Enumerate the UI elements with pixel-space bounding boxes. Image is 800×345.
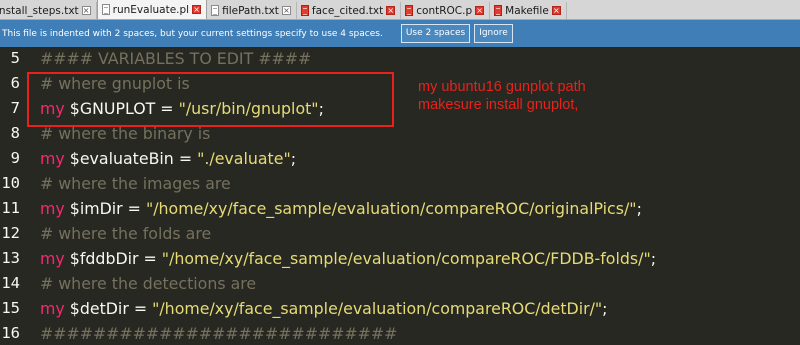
indentation-notice-bar: This file is indented with 2 spaces, but…: [0, 20, 800, 47]
code-line: 11 my $imDir = "/home/xy/face_sample/eval…: [0, 196, 800, 221]
code-line: 15 my $detDir = "/home/xy/face_sample/eva…: [0, 296, 800, 321]
keyword-token: my: [40, 199, 65, 218]
string-token: "/home/xy/face_sample/evaluation/compare…: [161, 249, 651, 268]
line-number: 15: [1, 299, 20, 317]
tab-label: face_cited.txt: [311, 4, 384, 17]
tab-label: install_steps.txt: [0, 4, 79, 17]
line-number: 6: [10, 74, 20, 92]
tab-3[interactable]: face_cited.txt ×: [297, 2, 402, 19]
code-line: 10 # where the images are: [0, 171, 800, 196]
code-token: $evaluateBin =: [64, 149, 198, 168]
highlight-box: [27, 72, 394, 127]
code-editor[interactable]: 16 ########################### 15 my $detDi…: [0, 47, 800, 345]
annotation-line-2: makesure install gnuplot,: [418, 97, 579, 113]
code-token: ;: [290, 149, 297, 168]
code-line: 13 my $fddbDir = "/home/xy/face_sample/ev…: [0, 246, 800, 271]
code-text: # where the folds are: [40, 221, 211, 246]
comment-token: # where the folds are: [40, 224, 212, 243]
code-text: my $evaluateBin = "./evaluate";: [40, 146, 296, 171]
notice-text: This file is indented with 2 spaces, but…: [2, 28, 383, 39]
code-line: 16 ###########################: [0, 321, 800, 345]
close-tab-icon[interactable]: ×: [81, 6, 91, 15]
text-file-icon: [101, 4, 110, 15]
keyword-token: my: [40, 149, 65, 168]
code-line: 14 # where the detections are: [0, 271, 800, 296]
close-tab-icon[interactable]: ×: [192, 5, 202, 14]
red-file-icon: [405, 5, 414, 16]
code-text: #### VARIABLES TO EDIT ####: [40, 47, 311, 71]
red-file-icon: [494, 5, 503, 16]
close-tab-icon[interactable]: ×: [475, 6, 485, 15]
string-token: "/home/xy/face_sample/evaluation/compare…: [152, 299, 603, 318]
use-2-spaces-button[interactable]: Use 2 spaces: [400, 24, 471, 43]
line-number: 7: [10, 99, 20, 117]
line-number: 13: [1, 249, 20, 267]
line-number: 11: [1, 199, 20, 217]
line-number: 10: [1, 174, 20, 192]
code-line: 5 #### VARIABLES TO EDIT ####: [0, 47, 800, 71]
tab-5[interactable]: Makefile ×: [490, 2, 567, 19]
comment-token: ###########################: [40, 324, 398, 343]
code-text: ###########################: [40, 321, 397, 345]
text-file-icon: [211, 5, 220, 16]
code-token: ;: [602, 299, 608, 318]
tab-label: runEvaluate.pl: [112, 3, 190, 16]
code-text: # where the detections are: [40, 271, 256, 296]
code-line: 12 # where the folds are: [0, 221, 800, 246]
tab-label: Makefile: [505, 4, 549, 17]
code-text: my $fddbDir = "/home/xy/face_sample/eval…: [40, 246, 656, 271]
code-token: $imDir =: [64, 199, 146, 218]
tab-label: filePath.txt: [222, 4, 279, 17]
code-token: ;: [650, 249, 657, 268]
red-file-icon: [300, 5, 309, 16]
annotation-line-1: my ubuntu16 gunplot path: [418, 79, 586, 95]
code-token: ;: [636, 199, 642, 218]
comment-token: #### VARIABLES TO EDIT ####: [40, 49, 312, 68]
code-line: 9 my $evaluateBin = "./evaluate";: [0, 146, 800, 171]
code-text: my $imDir = "/home/xy/face_sample/evalua…: [40, 196, 642, 221]
line-number: 16: [1, 324, 20, 342]
code-text: # where the images are: [40, 171, 231, 196]
string-token: "/home/xy/face_sample/evaluation/compare…: [145, 199, 637, 218]
tab-bar: install_steps.txt × runEvaluate.pl × filePat…: [0, 0, 800, 20]
close-tab-icon[interactable]: ×: [551, 6, 561, 15]
keyword-token: my: [40, 249, 65, 268]
string-token: "./evaluate": [197, 149, 291, 168]
code-token: $detDir =: [64, 299, 153, 318]
line-number: 5: [10, 49, 20, 67]
close-tab-icon[interactable]: ×: [281, 6, 291, 15]
tab-4[interactable]: contROC.p ×: [401, 2, 491, 19]
code-text: my $detDir = "/home/xy/face_sample/evalu…: [40, 296, 608, 321]
line-number: 8: [10, 124, 20, 142]
tab-2[interactable]: filePath.txt ×: [207, 2, 297, 19]
tab-1[interactable]: runEvaluate.pl ×: [96, 0, 208, 19]
line-number: 14: [1, 274, 20, 292]
tab-label: contROC.p: [416, 4, 473, 17]
tab-0[interactable]: install_steps.txt ×: [0, 2, 97, 19]
keyword-token: my: [40, 299, 65, 318]
comment-token: # where the images are: [40, 174, 231, 193]
comment-token: # where the detections are: [40, 274, 257, 293]
code-token: $fddbDir =: [64, 249, 162, 268]
line-number: 9: [10, 149, 20, 167]
line-number: 12: [1, 224, 20, 242]
ignore-button[interactable]: Ignore: [474, 24, 513, 43]
close-tab-icon[interactable]: ×: [386, 6, 396, 15]
